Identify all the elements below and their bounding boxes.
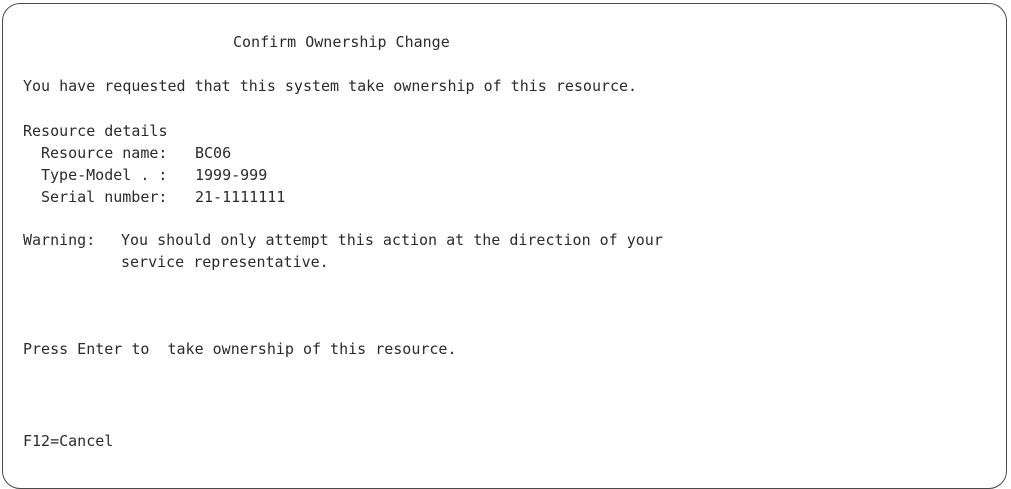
details-heading: Resource details	[23, 122, 168, 140]
type-model-value: 1999-999	[195, 166, 268, 184]
serial-number-value: 21-1111111	[195, 188, 286, 206]
screen-title: Confirm Ownership Change	[233, 33, 450, 51]
warning-text-line1: You should only attempt this action at t…	[121, 231, 663, 249]
resource-name-value: BC06	[195, 144, 232, 162]
resource-name-label: Resource name:	[41, 144, 168, 162]
serial-number-label: Serial number:	[41, 188, 168, 206]
f12-cancel-key[interactable]: F12=Cancel	[23, 432, 113, 450]
warning-label: Warning:	[23, 231, 96, 249]
type-model-label: Type-Model . :	[41, 166, 168, 184]
enter-instruction: Press Enter to take ownership of this re…	[23, 340, 457, 358]
warning-text-line2: service representative.	[121, 253, 329, 271]
request-message: You have requested that this system take…	[23, 77, 638, 95]
terminal-screen: Confirm Ownership Change You have reques…	[2, 3, 1007, 489]
